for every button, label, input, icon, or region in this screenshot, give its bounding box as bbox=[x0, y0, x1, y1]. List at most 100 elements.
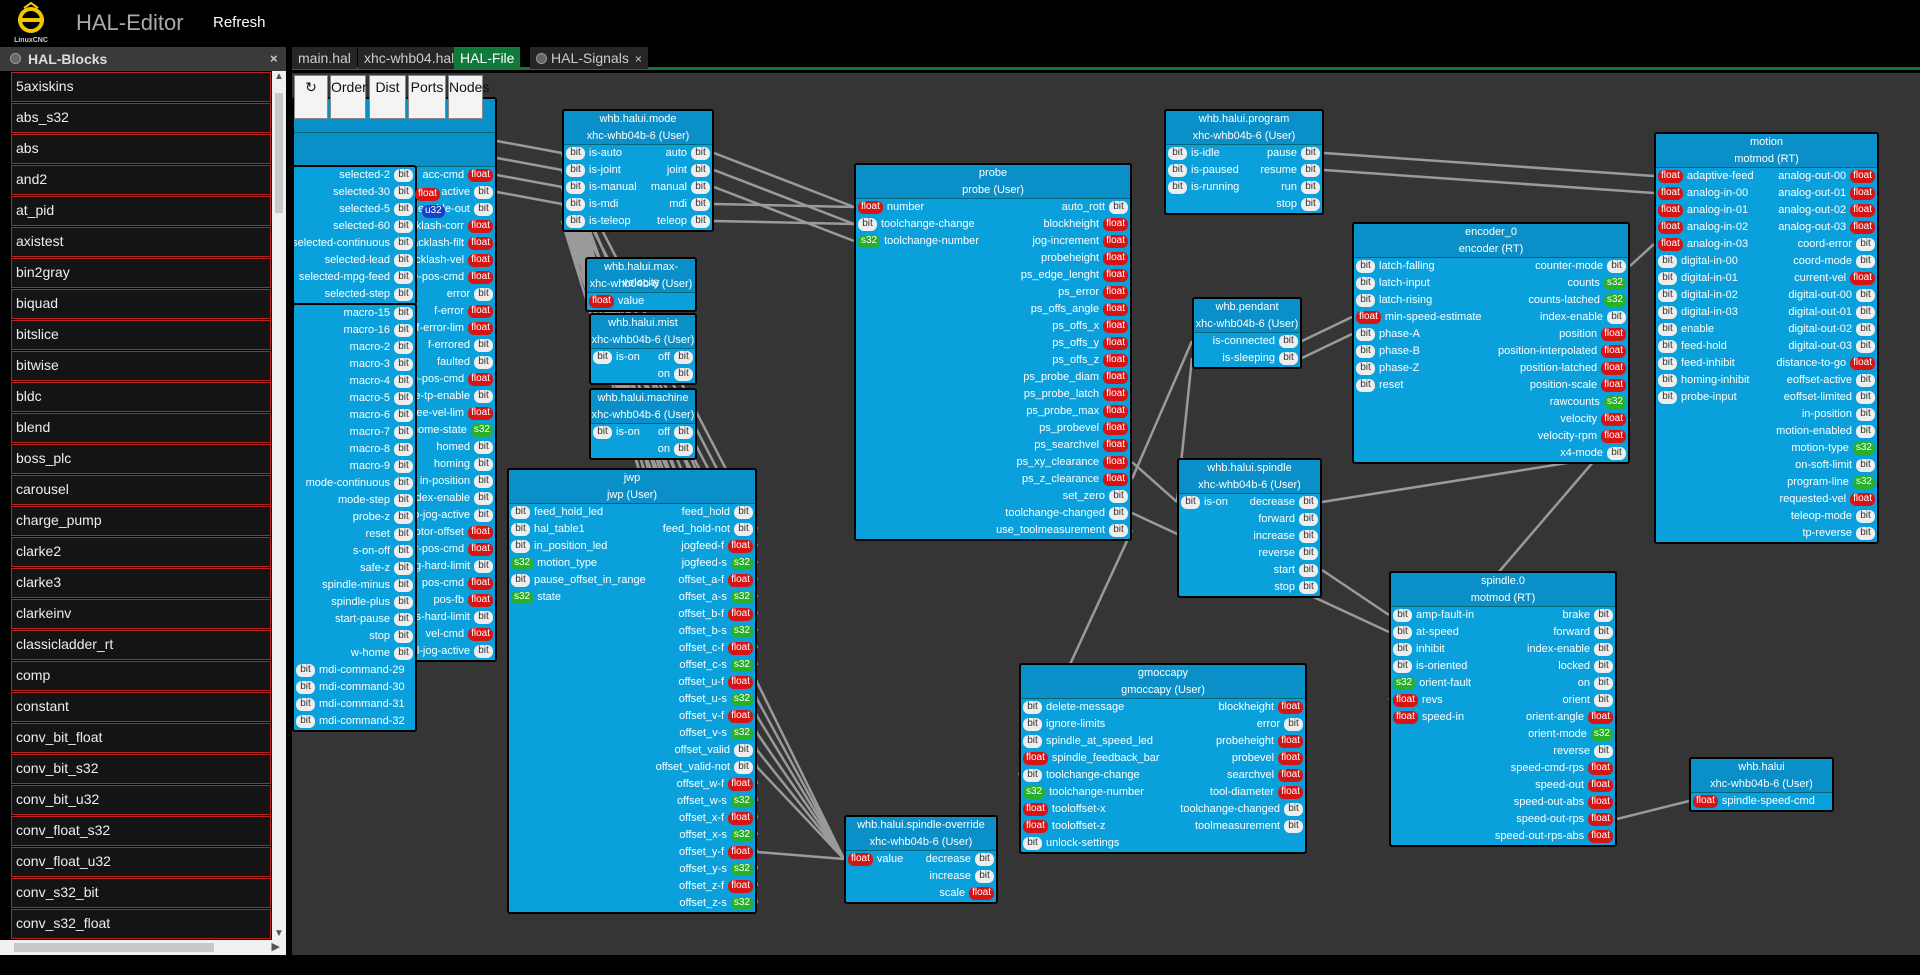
output-pin[interactable]: macro-6 bit bbox=[350, 407, 413, 424]
output-pin[interactable]: macro-5 bit bbox=[350, 390, 413, 407]
pin-type-badge[interactable]: s32 bbox=[730, 863, 753, 876]
horizontal-scrollbar[interactable]: ▶ bbox=[0, 940, 286, 955]
pin-type-badge[interactable]: bit bbox=[394, 528, 413, 541]
pin-type-badge[interactable]: s32 bbox=[730, 625, 753, 638]
output-pin[interactable]: toolchange-changed bit bbox=[1005, 505, 1128, 522]
pin-type-badge[interactable]: bit bbox=[394, 307, 413, 320]
pin-type-badge[interactable]: bit bbox=[1658, 255, 1677, 268]
pin-type-badge[interactable]: bit bbox=[1856, 323, 1875, 336]
output-pin[interactable]: orient-mode s32 bbox=[1528, 726, 1613, 743]
output-pin[interactable]: forward bit bbox=[1553, 624, 1613, 641]
pin-type-badge[interactable]: bit bbox=[1284, 718, 1303, 731]
input-pin[interactable]: float min-speed-estimate bbox=[1356, 309, 1482, 326]
pin-type-badge[interactable]: bit bbox=[1109, 490, 1128, 503]
output-pin[interactable]: jog-increment float bbox=[1032, 233, 1128, 250]
toolbar-nodes-button[interactable]: Nodes bbox=[448, 75, 489, 119]
pin-type-badge[interactable]: bit bbox=[1023, 718, 1042, 731]
output-pin[interactable]: brake bit bbox=[1562, 607, 1613, 624]
pin-type-badge[interactable]: bit bbox=[1658, 323, 1677, 336]
pin-type-badge[interactable]: float bbox=[728, 846, 753, 859]
scroll-up-icon[interactable]: ▲ bbox=[274, 71, 284, 82]
output-pin[interactable]: analog-out-00 float bbox=[1778, 168, 1875, 185]
pin-type-badge[interactable]: bit bbox=[394, 494, 413, 507]
pin-type-badge[interactable]: bit bbox=[474, 475, 493, 488]
input-pin[interactable]: bit is-on bbox=[593, 349, 640, 366]
output-pin[interactable]: ps_probe_max float bbox=[1026, 403, 1128, 420]
pin-type-badge[interactable]: float bbox=[1850, 187, 1875, 200]
output-pin[interactable]: macro-7 bit bbox=[350, 424, 413, 441]
hal-component-whb-spindle[interactable]: whb.halui.spindle xhc-whb04b-6 (User) bit i… bbox=[1177, 458, 1322, 598]
pin-type-badge[interactable]: bit bbox=[474, 645, 493, 658]
signal-wire[interactable] bbox=[713, 185, 855, 243]
output-pin[interactable]: run bit bbox=[1281, 179, 1320, 196]
tab-hal-file[interactable]: HAL-File bbox=[454, 47, 521, 69]
tab-xhc-whb04-hal[interactable]: xhc-whb04.hal bbox=[358, 47, 461, 69]
pin-type-badge[interactable]: bit bbox=[1393, 626, 1412, 639]
pin-type-badge[interactable]: float bbox=[1103, 456, 1128, 469]
output-pin[interactable]: digital-out-03 bit bbox=[1788, 338, 1875, 355]
output-pin[interactable]: ps_offs_z float bbox=[1052, 352, 1128, 369]
output-pin[interactable]: probe-z bit bbox=[353, 509, 413, 526]
output-pin[interactable]: offbit bbox=[658, 349, 693, 366]
output-pin[interactable]: pause bit bbox=[1267, 145, 1320, 162]
pin-type-badge[interactable]: float bbox=[468, 322, 493, 335]
pin-type-badge[interactable]: float bbox=[1278, 752, 1303, 765]
pin-type-badge[interactable]: float bbox=[1103, 439, 1128, 452]
output-pin[interactable]: selected-2 bit bbox=[339, 167, 413, 184]
sidebar-item-constant[interactable]: constant bbox=[11, 692, 271, 722]
pin-type-badge[interactable]: float bbox=[728, 812, 753, 825]
input-pin[interactable]: bit phase-A bbox=[1356, 326, 1420, 343]
component-header[interactable]: whb.halui.mist xhc-whb04b-6 (User) bbox=[591, 315, 695, 349]
pin-type-badge[interactable]: bit bbox=[1856, 289, 1875, 302]
pin-type-badge[interactable]: float bbox=[468, 271, 493, 284]
pin-type-badge[interactable]: s32 bbox=[1852, 476, 1875, 489]
pin-type-badge[interactable]: bit bbox=[1594, 609, 1613, 622]
output-pin[interactable]: blockheight float bbox=[1043, 216, 1128, 233]
pin-type-badge[interactable]: float bbox=[1601, 430, 1626, 443]
pin-type-badge[interactable]: float bbox=[1278, 735, 1303, 748]
output-pin[interactable]: spindle-minus bit bbox=[322, 577, 413, 594]
output-pin[interactable]: macro-2 bit bbox=[350, 339, 413, 356]
pin-type-badge[interactable]: bit bbox=[1658, 340, 1677, 353]
output-pin[interactable]: position float bbox=[1559, 326, 1626, 343]
pin-type-badge[interactable]: bit bbox=[566, 164, 585, 177]
pin-type-badge[interactable]: s32 bbox=[1603, 277, 1626, 290]
pin-type-badge[interactable]: bit bbox=[1856, 238, 1875, 251]
pin-type-badge[interactable]: bit bbox=[1301, 181, 1320, 194]
pin-type-badge[interactable]: float bbox=[969, 887, 994, 900]
sidebar-item-bitslice[interactable]: bitslice bbox=[11, 320, 271, 350]
component-header[interactable]: probe probe (User) bbox=[856, 165, 1130, 199]
output-pin[interactable]: offset_v-s s32 bbox=[679, 725, 753, 742]
hal-component-whb-machine[interactable]: whb.halui.machine xhc-whb04b-6 (User) bit i… bbox=[589, 388, 697, 460]
pin-type-badge[interactable]: bit bbox=[691, 181, 710, 194]
pin-type-badge[interactable]: float bbox=[1658, 238, 1683, 251]
output-pin[interactable]: mdi bit bbox=[669, 196, 710, 213]
pin-type-badge[interactable]: bit bbox=[474, 458, 493, 471]
pin-type-badge[interactable]: bit bbox=[1279, 335, 1298, 348]
input-pin[interactable]: bit at-speed bbox=[1393, 624, 1459, 641]
tab-main-hal[interactable]: main.hal bbox=[292, 47, 357, 69]
pin-type-badge[interactable]: bit bbox=[1299, 547, 1318, 560]
pin-type-badge[interactable]: bit bbox=[691, 147, 710, 160]
pin-type-badge[interactable]: bit bbox=[1356, 260, 1375, 273]
output-pin[interactable]: index-enable bit bbox=[1527, 641, 1613, 658]
pin-type-badge[interactable]: bit bbox=[1658, 374, 1677, 387]
pin-type-badge[interactable]: s32 bbox=[858, 235, 881, 248]
pin-type-badge[interactable]: bit bbox=[296, 698, 315, 711]
signal-wire[interactable] bbox=[713, 202, 855, 209]
output-pin[interactable]: offset_b-s s32 bbox=[679, 623, 753, 640]
pin-type-badge[interactable]: bit bbox=[1393, 609, 1412, 622]
output-pin[interactable]: speed-cmd-rps float bbox=[1511, 760, 1613, 777]
pin-type-badge[interactable]: bit bbox=[394, 220, 413, 233]
output-pin[interactable]: macro-4 bit bbox=[350, 373, 413, 390]
pin-type-badge[interactable]: s32 bbox=[1590, 728, 1613, 741]
pin-type-badge[interactable]: float bbox=[1588, 711, 1613, 724]
pin-type-badge[interactable]: float bbox=[1601, 362, 1626, 375]
pin-type-badge[interactable]: bit bbox=[394, 186, 413, 199]
pin-type-badge[interactable]: bit bbox=[394, 460, 413, 473]
component-header[interactable]: whb.halui xhc-whb04b-6 (User) bbox=[1691, 759, 1832, 793]
pin-type-badge[interactable]: bit bbox=[1393, 643, 1412, 656]
pin-type-badge[interactable]: bit bbox=[474, 492, 493, 505]
output-pin[interactable]: s-on-off bit bbox=[353, 543, 413, 560]
pin-type-badge[interactable]: bit bbox=[691, 215, 710, 228]
